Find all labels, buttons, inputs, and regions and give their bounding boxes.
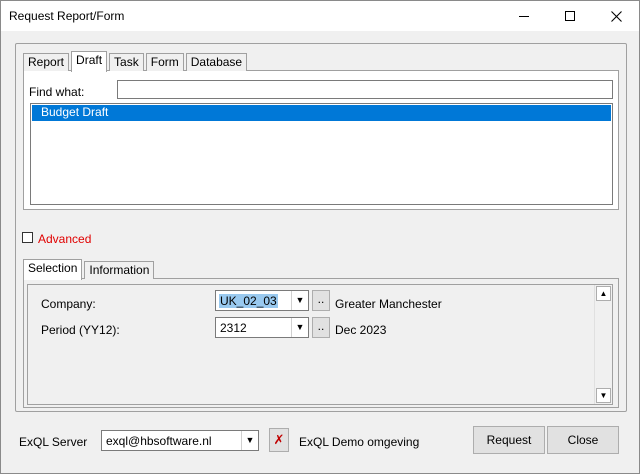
tab-information[interactable]: Information: [84, 261, 155, 279]
request-type-tabs: Report Draft Task Form Database: [23, 50, 249, 72]
triangle-up-icon: ▲: [599, 289, 608, 298]
company-label: Company:: [41, 297, 96, 311]
exql-server-label: ExQL Server: [19, 435, 88, 449]
maximize-icon: [565, 11, 575, 21]
minimize-icon: [519, 15, 529, 17]
exql-server-description: ExQL Demo omgeving: [299, 435, 420, 449]
chevron-down-icon[interactable]: ▼: [291, 291, 308, 310]
clear-server-button[interactable]: ✗: [269, 428, 289, 452]
tab-report[interactable]: Report: [23, 53, 70, 71]
window-title: Request Report/Form: [9, 9, 125, 23]
tab-database[interactable]: Database: [185, 53, 248, 71]
scroll-down-button[interactable]: ▼: [596, 388, 611, 403]
tab-draft[interactable]: Draft: [71, 51, 108, 72]
company-value: UK_02_03: [219, 294, 278, 308]
detail-tabs: Selection Information: [23, 258, 156, 280]
chevron-down-icon[interactable]: ▼: [291, 318, 308, 337]
period-label: Period (YY12):: [41, 323, 120, 337]
company-combo[interactable]: UK_02_03 ▼: [215, 290, 309, 311]
find-what-label: Find what:: [29, 85, 85, 99]
maximize-button[interactable]: [547, 1, 593, 31]
close-window-button[interactable]: [593, 1, 639, 31]
request-button[interactable]: Request: [473, 426, 545, 454]
period-description: Dec 2023: [335, 323, 387, 337]
red-x-icon: ✗: [273, 432, 285, 447]
period-combo[interactable]: 2312 ▼: [215, 317, 309, 338]
tab-form[interactable]: Form: [145, 53, 184, 71]
tab-selection[interactable]: Selection: [23, 259, 83, 280]
list-item[interactable]: Budget Draft: [32, 105, 611, 121]
company-browse-button[interactable]: ..: [312, 290, 330, 311]
title-bar: Request Report/Form: [1, 1, 639, 31]
chevron-down-icon[interactable]: ▼: [241, 431, 258, 450]
exql-server-value: exql@hbsoftware.nl: [106, 434, 212, 448]
triangle-down-icon: ▼: [599, 391, 608, 400]
period-browse-button[interactable]: ..: [312, 317, 330, 338]
close-icon: [610, 10, 622, 22]
selection-scrollbar[interactable]: ▲ ▼: [594, 285, 612, 404]
advanced-checkbox[interactable]: [22, 232, 33, 243]
exql-server-combo[interactable]: exql@hbsoftware.nl ▼: [101, 430, 259, 451]
find-what-input[interactable]: [117, 80, 613, 99]
draft-list[interactable]: Budget Draft: [30, 103, 613, 205]
period-value: 2312: [220, 321, 247, 335]
tab-task[interactable]: Task: [109, 53, 144, 71]
minimize-button[interactable]: [501, 1, 547, 31]
scroll-up-button[interactable]: ▲: [596, 286, 611, 301]
request-report-window: Request Report/Form Report Draft Task Fo…: [0, 0, 640, 474]
company-description: Greater Manchester: [335, 297, 442, 311]
advanced-label[interactable]: Advanced: [38, 232, 91, 246]
close-button[interactable]: Close: [547, 426, 619, 454]
